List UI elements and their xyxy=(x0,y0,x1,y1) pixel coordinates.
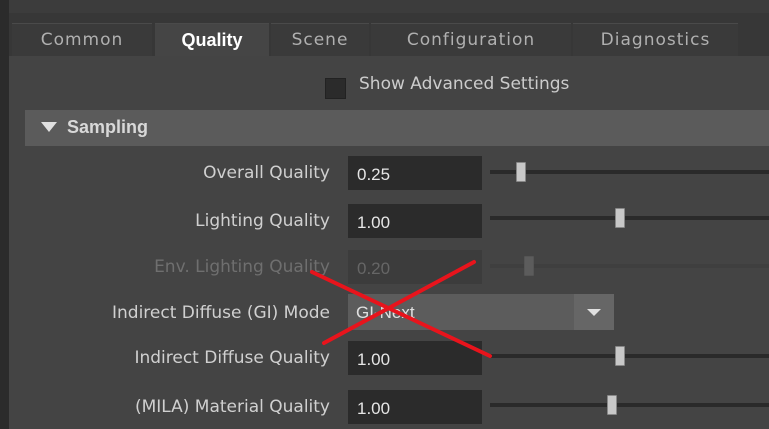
top-strip xyxy=(9,0,769,13)
tab-diagnostics[interactable]: Diagnostics xyxy=(573,23,738,56)
mila-material-quality-value: 1.00 xyxy=(357,399,391,418)
overall-quality-field[interactable]: 0.25 xyxy=(348,156,482,190)
lighting-quality-slider-handle[interactable] xyxy=(615,208,625,228)
overall-quality-slider[interactable] xyxy=(490,170,769,174)
gi-mode-dropdown-button[interactable] xyxy=(574,294,614,330)
mila-material-quality-slider[interactable] xyxy=(490,403,769,407)
tab-configuration[interactable]: Configuration xyxy=(371,23,571,56)
mila-material-quality-field[interactable]: 1.00 xyxy=(348,390,482,424)
gi-mode-value: GI-Next xyxy=(356,303,415,322)
lighting-quality-slider[interactable] xyxy=(490,216,769,220)
mila-material-quality-slider-handle[interactable] xyxy=(607,395,617,415)
lighting-quality-field[interactable]: 1.00 xyxy=(348,204,482,238)
section-title: Sampling xyxy=(67,117,149,137)
show-advanced-checkbox[interactable] xyxy=(325,78,346,99)
tab-quality[interactable]: Quality xyxy=(155,23,269,56)
lighting-quality-label: Lighting Quality xyxy=(195,211,330,231)
left-border xyxy=(0,0,9,429)
mila-material-quality-label: (MILA) Material Quality xyxy=(134,397,330,417)
overall-quality-value: 0.25 xyxy=(357,165,391,184)
show-advanced-label[interactable]: Show Advanced Settings xyxy=(359,74,569,94)
chevron-down-icon xyxy=(587,309,601,316)
env-lighting-quality-field: 0.20 xyxy=(348,250,482,284)
render-settings-window: Common Quality Scene Configuration Diagn… xyxy=(0,0,769,429)
triangle-down-icon[interactable] xyxy=(41,122,57,132)
lighting-quality-value: 1.00 xyxy=(357,213,391,232)
env-lighting-quality-label: Env. Lighting Quality xyxy=(154,257,330,277)
overall-quality-label: Overall Quality xyxy=(203,163,330,183)
tab-scene[interactable]: Scene xyxy=(271,23,369,56)
indirect-diffuse-quality-field[interactable]: 1.00 xyxy=(348,341,482,375)
indirect-diffuse-quality-slider[interactable] xyxy=(490,354,769,358)
gi-mode-label: Indirect Diffuse (GI) Mode xyxy=(112,303,330,323)
gi-mode-dropdown[interactable]: GI-Next xyxy=(348,294,614,330)
indirect-diffuse-quality-slider-handle[interactable] xyxy=(615,346,625,366)
sampling-section-header[interactable]: Sampling xyxy=(25,110,769,146)
indirect-diffuse-quality-label: Indirect Diffuse Quality xyxy=(134,348,330,368)
env-lighting-quality-value: 0.20 xyxy=(357,259,391,278)
overall-quality-slider-handle[interactable] xyxy=(516,162,526,182)
env-lighting-quality-slider-handle xyxy=(524,256,534,276)
tab-common[interactable]: Common xyxy=(12,23,152,56)
tab-bar: Common Quality Scene Configuration Diagn… xyxy=(9,13,769,56)
indirect-diffuse-quality-value: 1.00 xyxy=(357,350,391,369)
